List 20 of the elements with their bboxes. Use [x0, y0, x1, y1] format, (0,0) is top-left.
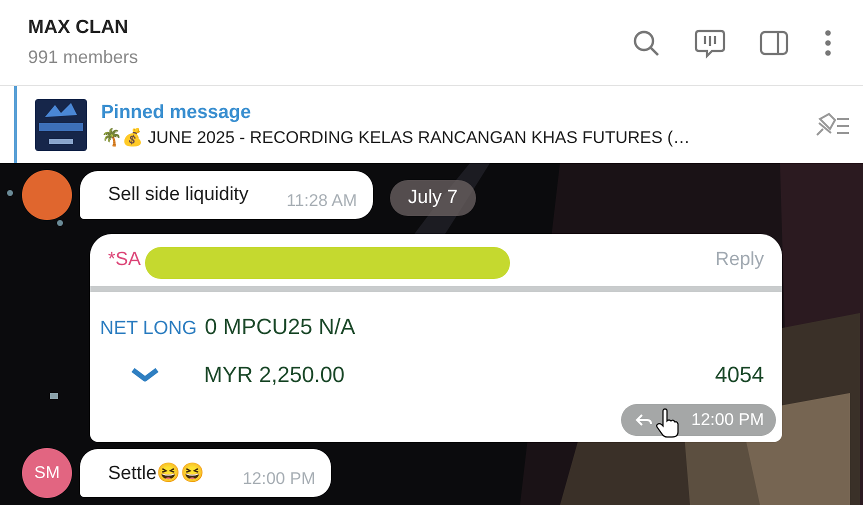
message-time: 12:00 PM [691, 410, 764, 430]
reply-link[interactable]: Reply [715, 249, 764, 271]
pinned-label: Pinned message [101, 102, 252, 124]
hand-cursor-icon [655, 408, 679, 438]
position-side: NET LONG [100, 318, 197, 340]
value-text: 4054 [715, 362, 764, 388]
position-text: 0 MPCU25 N/A [204, 314, 356, 340]
member-count: 991 members [28, 47, 140, 68]
message-time: 12:00 PM [242, 469, 316, 489]
avatar-initials: SM [34, 463, 60, 483]
date-badge: July 7 [390, 180, 476, 216]
message-time: 11:28 AM [286, 191, 358, 211]
pinned-text: 🌴💰 JUNE 2025 - RECORDING KELAS RANCANGAN KHAS FUTURES (… [101, 126, 691, 148]
message-text: Sell side liquidity [108, 184, 248, 206]
chevron-down-icon[interactable] [130, 367, 160, 383]
amount-text: MYR 2,250.00 [204, 362, 345, 388]
reply-arrow-icon [635, 413, 654, 427]
message-text: Settle😆😆 [108, 462, 205, 485]
chat-title: MAX CLAN [28, 17, 130, 39]
sender-name: *SA [108, 249, 141, 271]
